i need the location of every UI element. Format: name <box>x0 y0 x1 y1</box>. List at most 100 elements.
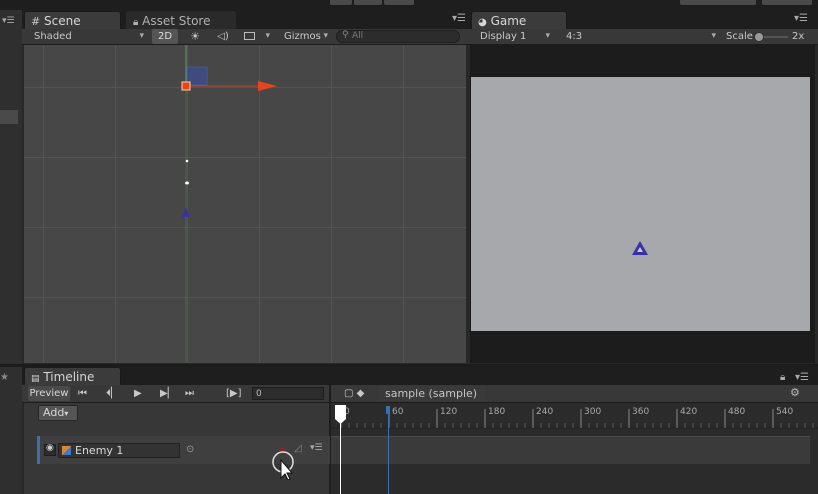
timeline-icon: ▤ <box>31 374 40 384</box>
left-panel-menu-icon[interactable]: ▾☰ <box>2 16 15 26</box>
effects-dropdown[interactable] <box>240 29 274 44</box>
sequence-name: sample (sample) <box>385 387 478 400</box>
ruler-label: 540 <box>776 407 793 417</box>
tab-asset-store-label: Asset Store <box>142 14 211 28</box>
audio-toggle[interactable]: ◁) <box>212 29 234 44</box>
timeline-end-marker-handle[interactable] <box>386 406 390 414</box>
timeline-end-marker <box>388 408 389 494</box>
skip-back-icon: ⏮ <box>78 388 87 399</box>
ruler-labels: 0 60 120 180 240 300 360 420 480 540 <box>344 407 793 417</box>
image-icon <box>244 32 255 40</box>
scene-search-placeholder: All <box>352 31 364 41</box>
scale-value: 2x <box>792 31 805 42</box>
target-icon: ⊙ <box>186 444 195 455</box>
track-lock-toggle[interactable]: ◉ <box>44 443 56 456</box>
track-menu-icon: ▾☰ <box>310 443 323 453</box>
tab-scene-label: Scene <box>44 14 81 28</box>
previous-frame-button[interactable]: ⏴▏ <box>106 386 119 402</box>
add-label: Add <box>43 406 65 419</box>
preview-button[interactable]: Preview <box>28 386 70 401</box>
mouse-cursor <box>272 451 294 480</box>
gizmos-dropdown[interactable]: Gizmos <box>280 29 332 44</box>
enemy-sprite-game <box>632 241 648 255</box>
timeline-panel-menu-icon[interactable]: ▾☰ <box>795 372 809 383</box>
aspect-dropdown[interactable]: 4:3 <box>562 29 720 44</box>
bullet-sprite-1 <box>185 159 189 163</box>
left-collapsed-panel-bottom <box>0 367 22 494</box>
shading-mode-dropdown[interactable]: Shaded <box>28 29 148 44</box>
scene-panel-menu-icon[interactable]: ▾☰ <box>452 13 466 24</box>
scene-search-input[interactable]: ⚲ All <box>336 30 460 43</box>
display-dropdown[interactable]: Display 1 <box>476 29 554 44</box>
pause-button[interactable] <box>354 0 382 5</box>
playhead-handle[interactable] <box>335 405 347 425</box>
display-label: Display 1 <box>480 31 527 42</box>
account-dropdown[interactable] <box>762 0 812 5</box>
grid-icon: # <box>31 15 41 28</box>
ruler-label: 360 <box>632 407 649 417</box>
gizmos-label: Gizmos <box>284 31 321 42</box>
tab-asset-store[interactable]: 🔒︎ Asset Store <box>126 11 236 30</box>
timeline-settings-button[interactable]: ⚙ <box>790 386 800 399</box>
scale-slider-thumb[interactable] <box>754 32 764 42</box>
search-icon: ⚲ <box>342 30 349 40</box>
play-range-button[interactable]: [▶] <box>226 386 242 402</box>
left-panel-selection <box>0 110 18 124</box>
window-icon: ▢ ◆ <box>344 388 365 399</box>
timeline-lock-icon[interactable]: 🔒︎ <box>780 372 785 383</box>
tab-scene[interactable]: # Scene <box>24 11 121 30</box>
scene-overlay <box>181 45 277 363</box>
lighting-toggle[interactable]: ☀ <box>186 29 204 44</box>
ruler-label: 420 <box>680 407 697 417</box>
playhead-line <box>340 423 341 494</box>
next-frame-button[interactable]: ▶▏ <box>160 386 175 402</box>
object-picker-button[interactable]: ⊙ <box>186 444 194 455</box>
timeline-asset-dropdown[interactable]: ▢ ◆ <box>344 386 364 402</box>
ruler-label: 120 <box>440 407 457 417</box>
layout-dropdown[interactable] <box>680 0 756 5</box>
game-panel-menu-icon[interactable]: ▾☰ <box>794 13 808 24</box>
enemy-sprite-scene <box>182 208 190 217</box>
tab-game[interactable]: ◕ Game <box>471 11 567 30</box>
tab-timeline[interactable]: ▤ Timeline <box>24 367 121 386</box>
ruler-label: 300 <box>584 407 601 417</box>
clip-row-enemy-1[interactable] <box>331 436 810 464</box>
gameobject-icon <box>62 446 71 455</box>
timeline-ruler[interactable]: 0 60 120 180 240 300 360 420 480 540 <box>331 403 818 429</box>
scale-label: Scale <box>726 31 753 42</box>
timeline-tabbar <box>0 367 818 385</box>
gear-icon: ⚙ <box>790 386 800 399</box>
move-gizmo-x-arrow <box>258 81 277 91</box>
sequence-breadcrumb[interactable]: sample (sample) <box>378 386 486 401</box>
track-menu-button[interactable]: ▾☰ <box>310 443 323 453</box>
play-button[interactable] <box>330 0 352 5</box>
pacman-icon: ◕ <box>478 17 487 28</box>
chevron-down-icon: ▾ <box>64 409 69 418</box>
frame-input-value: 0 <box>256 389 262 399</box>
shading-mode-label: Shaded <box>34 31 72 42</box>
ruler-label: 240 <box>536 407 553 417</box>
track-name: Enemy 1 <box>75 444 124 457</box>
speaker-icon: ◁) <box>217 31 229 42</box>
game-view[interactable] <box>471 77 810 331</box>
2d-toggle[interactable]: 2D <box>152 29 178 44</box>
bullet-sprite-2 <box>185 181 189 185</box>
star-icon: ★ <box>0 372 9 383</box>
frame-input[interactable]: 0 <box>252 387 324 400</box>
ruler-label: 60 <box>392 407 404 417</box>
sun-icon: ☀ <box>190 30 200 43</box>
add-track-button[interactable]: Add▾ <box>38 405 78 421</box>
ruler-label: 480 <box>728 407 745 417</box>
step-forward-icon: ▶▏ <box>160 388 176 399</box>
play-timeline-button[interactable]: ▶ <box>134 386 142 402</box>
aspect-label: 4:3 <box>566 31 583 42</box>
move-gizmo-center <box>181 81 191 91</box>
track-binding-field[interactable]: Enemy 1 <box>58 443 180 458</box>
go-to-start-button[interactable]: ⏮ <box>78 386 87 402</box>
tab-timeline-label: Timeline <box>43 370 95 384</box>
step-button[interactable] <box>384 0 414 5</box>
skip-forward-icon: ⏭ <box>185 388 194 399</box>
activation-icon: ◉ <box>46 443 54 453</box>
go-to-end-button[interactable]: ⏭ <box>185 386 194 402</box>
tab-game-label: Game <box>490 14 527 28</box>
